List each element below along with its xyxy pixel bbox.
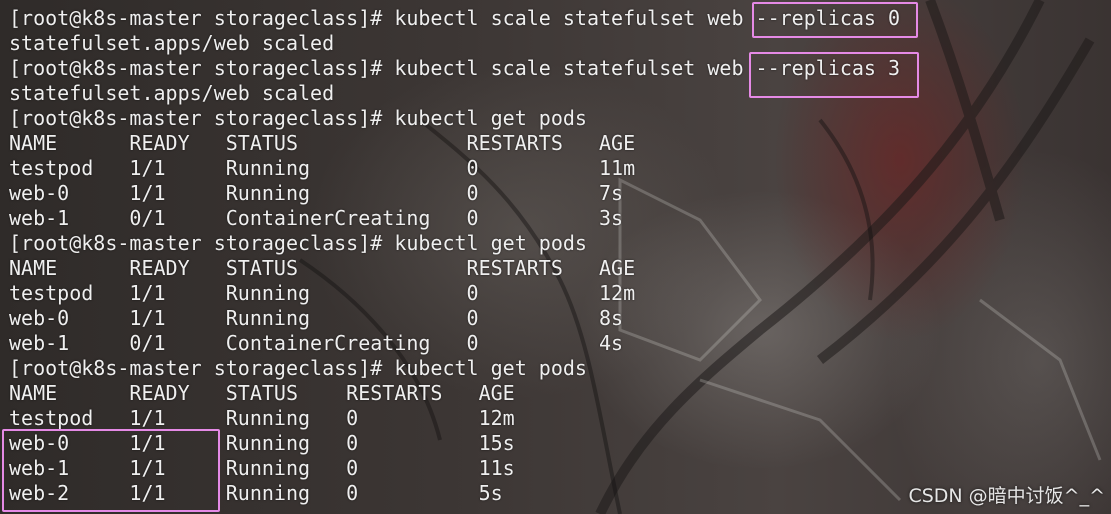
terminal-line: testpod 1/1 Running 0 12m: [9, 406, 515, 430]
terminal-line: web-1 0/1 ContainerCreating 0 4s: [9, 331, 624, 355]
terminal-line: NAME READY STATUS RESTARTS AGE: [9, 131, 636, 155]
terminal-line: testpod 1/1 Running 0 11m: [9, 156, 636, 180]
terminal-line: web-0 1/1 Running 0 8s: [9, 306, 624, 330]
terminal-line: testpod 1/1 Running 0 12m: [9, 281, 636, 305]
csdn-watermark: CSDN @暗中讨饭^_^: [908, 485, 1105, 507]
terminal-line: web-1 0/1 ContainerCreating 0 3s: [9, 206, 624, 230]
terminal-line: [root@k8s-master storageclass]# kubectl …: [9, 56, 901, 80]
terminal-line: [root@k8s-master storageclass]# kubectl …: [9, 6, 901, 30]
terminal-line: statefulset.apps/web scaled: [9, 31, 335, 55]
terminal-line: [root@k8s-master storageclass]# kubectl …: [9, 231, 587, 255]
terminal-line: web-0 1/1 Running 0 15s: [9, 431, 515, 455]
terminal-line: [root@k8s-master storageclass]# kubectl …: [9, 106, 587, 130]
terminal-line: [root@k8s-master storageclass]# kubectl …: [9, 356, 587, 380]
terminal-line: NAME READY STATUS RESTARTS AGE: [9, 256, 636, 280]
terminal-line: NAME READY STATUS RESTARTS AGE: [9, 381, 515, 405]
terminal-line: statefulset.apps/web scaled: [9, 81, 335, 105]
terminal-line: web-0 1/1 Running 0 7s: [9, 181, 624, 205]
terminal-window[interactable]: [root@k8s-master storageclass]# kubectl …: [9, 6, 1109, 511]
terminal-line: web-1 1/1 Running 0 11s: [9, 456, 515, 480]
terminal-line: web-2 1/1 Running 0 5s: [9, 481, 503, 505]
